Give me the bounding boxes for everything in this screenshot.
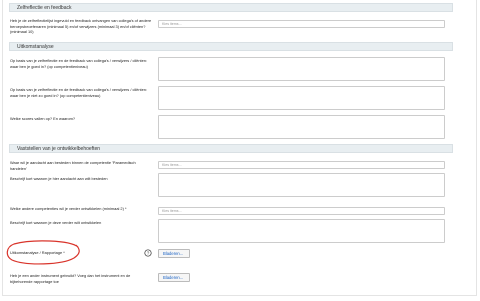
feedback-select-input[interactable]: Kies items...: [158, 20, 445, 28]
question-scores: Welke scores vallen op? En waarom?: [10, 116, 76, 121]
svg-text:?: ?: [147, 251, 150, 256]
question-ander-instrument: Heb je een ander instrument gebruikt? Vo…: [10, 273, 131, 284]
question-waarom-ontwikkelen: Beschrijf kort waarom je deze verder wil…: [10, 220, 102, 225]
question-circle-icon[interactable]: ?: [144, 249, 152, 257]
niet-goed-in-textarea[interactable]: [158, 86, 445, 110]
section-header-zelfreflectie: Zelfreflectie en feedback: [9, 3, 453, 12]
goed-in-textarea[interactable]: [158, 57, 445, 81]
question-paramedisch-handelen: Waar wil je aandacht aan besteden binnen…: [10, 160, 136, 171]
question-niet-goed-in: Op basis van je zelfreflectie en de feed…: [10, 87, 147, 98]
scores-textarea[interactable]: [158, 115, 445, 139]
rapportage-browse-button[interactable]: Bladeren...: [158, 249, 190, 258]
waarom-aandacht-textarea[interactable]: [158, 173, 445, 197]
waarom-ontwikkelen-textarea[interactable]: [158, 219, 445, 243]
question-feedback-ontvangen: Heb je de zelfreflectielijst ingevuld en…: [10, 18, 152, 35]
section-header-vaststellen: Vaststellen van je ontwikkelbehoeften: [9, 144, 453, 153]
annotation-circle: [6, 240, 80, 265]
paramedisch-select-input[interactable]: Kies items...: [158, 161, 445, 169]
section-header-uitkomstanalyse: Uitkomstanalyse: [9, 42, 453, 51]
instrument-browse-button[interactable]: Bladeren...: [158, 273, 190, 282]
question-goed-in: Op basis van je zelfreflectie en de feed…: [10, 58, 147, 69]
question-andere-competenties: Welke andere competenties wil je verder …: [10, 206, 127, 211]
competenties-select-input[interactable]: Kies items...: [158, 207, 445, 215]
question-waarom-aandacht: Beschrijf kort waarom je hier aandacht a…: [10, 176, 108, 181]
